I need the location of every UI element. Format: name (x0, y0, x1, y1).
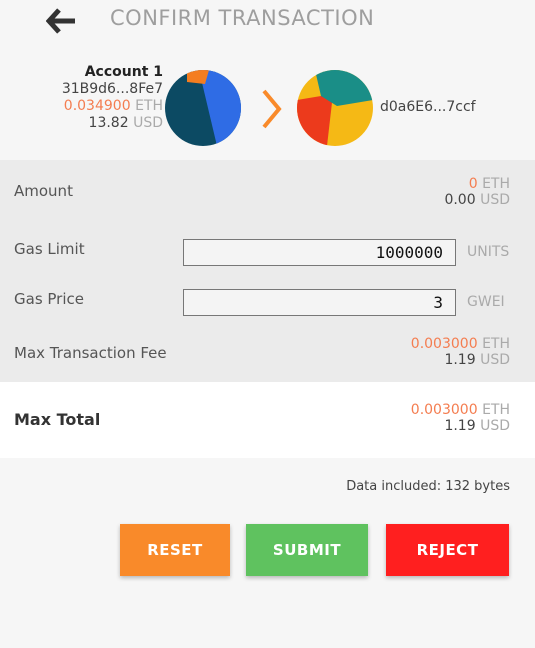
from-account-address: 31B9d6...8Fe7 (61, 81, 163, 97)
gas-limit-label: Gas Limit (14, 240, 85, 258)
amount-label: Amount (14, 182, 73, 200)
from-balance-eth: 0.034900 (63, 98, 131, 114)
max-total-section: Max Total 0.003000 ETH 1.19 USD (0, 382, 535, 458)
from-balance-usd-line: 13.82 USD (62, 115, 163, 132)
from-account-name: Account 1 (84, 64, 163, 80)
reject-button[interactable]: REJECT (386, 524, 509, 576)
max-fee-usd-unit: USD (480, 352, 510, 368)
gas-price-label: Gas Price (14, 290, 84, 308)
max-total-eth: 0.003000 (410, 402, 478, 418)
gas-price-unit: GWEI (467, 294, 505, 310)
gas-limit-unit: UNITS (467, 244, 510, 260)
reset-button[interactable]: RESET (120, 524, 230, 576)
from-account-info: Account 1 31B9d6...8Fe7 0.034900 ETH 13.… (62, 64, 163, 132)
from-balance-eth-line: 0.034900 ETH (62, 98, 163, 115)
max-fee-usd: 1.19 (444, 352, 476, 368)
amount-value: 0 ETH 0.00 USD (444, 176, 510, 208)
amount-usd-unit: USD (480, 192, 510, 208)
header: CONFIRM TRANSACTION (0, 0, 535, 40)
amount-usd: 0.00 (444, 192, 476, 208)
page-title: CONFIRM TRANSACTION (110, 6, 375, 30)
from-usd-unit: USD (133, 115, 163, 131)
max-total-eth-unit: ETH (482, 402, 510, 418)
amount-eth-unit: ETH (482, 176, 510, 192)
gas-price-input[interactable] (183, 289, 456, 316)
from-eth-unit: ETH (135, 98, 163, 114)
from-balance-usd: 13.82 (88, 115, 129, 131)
chevron-right-icon (262, 89, 282, 129)
max-fee-eth: 0.003000 (410, 336, 478, 352)
back-arrow-icon[interactable] (46, 8, 76, 34)
from-identicon[interactable] (165, 70, 241, 146)
data-included-note: Data included: 132 bytes (346, 479, 510, 494)
max-total-usd-unit: USD (480, 418, 510, 434)
gas-limit-input[interactable] (183, 239, 456, 266)
submit-button[interactable]: SUBMIT (246, 524, 368, 576)
transaction-details: Amount 0 ETH 0.00 USD Gas Limit UNITS Ga… (0, 160, 535, 382)
max-fee-eth-unit: ETH (482, 336, 510, 352)
max-total-usd: 1.19 (444, 418, 476, 434)
max-fee-value: 0.003000 ETH 1.19 USD (411, 336, 510, 368)
to-identicon[interactable] (297, 70, 373, 146)
to-account-address[interactable]: d0a6E6...7ccf (380, 99, 476, 115)
amount-eth: 0 (468, 176, 478, 192)
account-summary: Account 1 31B9d6...8Fe7 0.034900 ETH 13.… (0, 62, 535, 158)
max-total-value: 0.003000 ETH 1.19 USD (411, 402, 510, 434)
max-total-label: Max Total (14, 410, 101, 429)
max-fee-label: Max Transaction Fee (14, 344, 167, 362)
